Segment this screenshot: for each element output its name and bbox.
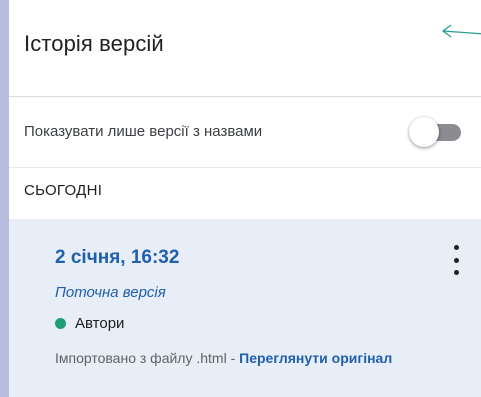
named-versions-filter: Показувати лише версії з назвами: [9, 97, 481, 168]
author-label: Автори: [75, 315, 125, 332]
version-item[interactable]: 2 січня, 16:32 Поточна версія Автори Імп…: [9, 219, 481, 397]
import-note: Імпортовано з файлу .html - Переглянути …: [55, 345, 455, 371]
current-version-label: Поточна версія: [55, 284, 166, 301]
date-group-header: СЬОГОДНІ: [9, 168, 481, 220]
more-dot: [453, 245, 459, 250]
filter-label: Показувати лише версії з назвами: [24, 123, 263, 140]
more-vertical-icon[interactable]: [449, 245, 463, 275]
author-row: Автори: [55, 315, 124, 332]
view-original-link[interactable]: Переглянути оригінал: [239, 350, 392, 366]
import-text: Імпортовано з файлу .html -: [55, 350, 240, 366]
more-dot: [453, 257, 459, 263]
more-dot: [453, 270, 459, 275]
named-versions-toggle[interactable]: [409, 117, 465, 147]
panel-header: Історія версій: [9, 0, 481, 97]
version-date: 2 січня, 16:32: [55, 247, 180, 268]
date-group-label: СЬОГОДНІ: [24, 182, 103, 199]
arrow-left-icon[interactable]: [441, 21, 481, 41]
panel-title: Історія версій: [24, 31, 164, 56]
version-history-panel: Історія версій Показувати лише версії з …: [9, 0, 481, 397]
toggle-knob: [409, 117, 439, 147]
author-color-dot: [55, 318, 66, 329]
